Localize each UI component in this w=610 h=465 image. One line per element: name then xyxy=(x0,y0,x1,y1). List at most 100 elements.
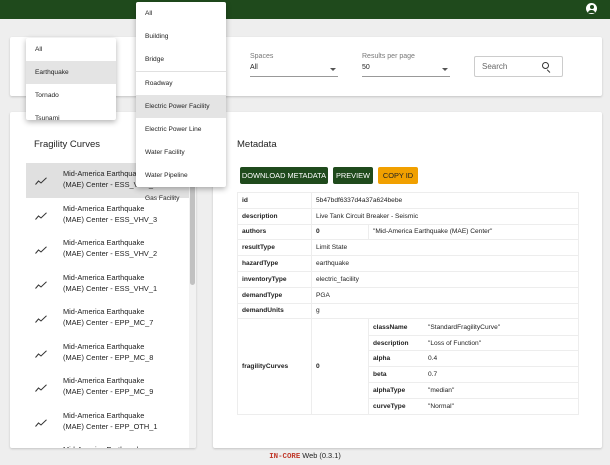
account-icon[interactable] xyxy=(586,3,597,14)
search-placeholder: Search xyxy=(482,62,508,71)
row-value: Limit State xyxy=(311,239,579,257)
list-item-line2: (MAE) Center - ESS_VHV_1 xyxy=(63,283,158,293)
list-item-line2: (MAE) Center - ESS_VHV_2 xyxy=(63,249,158,258)
row-key: hazardType xyxy=(237,255,312,272)
menu-item[interactable]: Water Facility xyxy=(136,141,226,164)
metadata-table: id 5b47bdf6337d4a37a624bebe description … xyxy=(237,192,579,416)
row-value: "StandardFragilityCurve" xyxy=(424,319,578,336)
hazard-type-menu: All Earthquake Tornado Tsunami xyxy=(26,38,116,122)
row-value: g xyxy=(311,302,579,320)
menu-item[interactable]: Gas Facility xyxy=(136,187,226,210)
spaces-select[interactable]: All xyxy=(250,64,338,77)
spaces-value: All xyxy=(250,64,258,71)
list-item-line2: (MAE) Center - ESS_VHV_3 xyxy=(63,214,158,224)
trending-up-icon xyxy=(35,246,47,254)
trending-up-icon xyxy=(35,211,47,220)
table-row: resultType Limit State xyxy=(237,239,579,257)
trending-up-icon xyxy=(35,280,47,289)
list-item-line2: (MAE) Center - EPP_MC_7 xyxy=(63,318,154,327)
trending-up-icon xyxy=(35,418,47,427)
fragility-curve-table: className "StandardFragilityCurve" descri… xyxy=(369,319,578,414)
trending-up-icon xyxy=(35,384,47,392)
table-row: demandUnits g xyxy=(237,302,579,320)
list-item-line1: Mid-America Earthquake xyxy=(63,341,145,351)
row-value: "Normal" xyxy=(428,403,454,410)
row-value: Live Tank Circuit Breaker - Seismic xyxy=(311,207,579,225)
row-key: description xyxy=(369,335,424,352)
list-item-line1: Mid-America Earthquake xyxy=(63,307,145,316)
row-value: 0.4 xyxy=(424,350,578,368)
chevron-down-icon xyxy=(442,68,448,71)
list-item-line1: Mid-America Earthquake xyxy=(63,410,145,420)
row-key: className xyxy=(369,319,424,336)
list-item[interactable]: Mid-America Earthquake (MAE) Center - ESS… xyxy=(26,267,196,302)
results-per-page-value: 50 xyxy=(362,64,370,71)
incore-logo: IN-CORE xyxy=(269,453,301,461)
table-row: hazardType earthquake xyxy=(237,255,579,272)
menu-item[interactable]: Building xyxy=(136,25,226,48)
row-value: "Mid-America Earthquake (MAE) Center" xyxy=(368,223,579,241)
row-index: 0 xyxy=(311,318,369,416)
table-row: inventoryType electric_facility xyxy=(237,270,579,288)
menu-item[interactable]: Earthquake xyxy=(26,61,116,84)
row-key: resultType xyxy=(237,239,312,257)
trending-up-icon xyxy=(35,349,47,358)
results-per-page-select[interactable]: 50 xyxy=(362,64,450,77)
list-item-line2: (MAE) Center - EPP_MC_9 xyxy=(63,387,154,396)
list-item-line1: Mid-America Earthquake xyxy=(63,376,145,385)
menu-item[interactable]: Tsunami xyxy=(26,107,116,130)
spaces-label: Spaces xyxy=(250,53,274,60)
row-key: alphaType xyxy=(369,382,424,399)
footer: IN-CORE Web (0.3.1) xyxy=(0,451,610,461)
row-value: PGA xyxy=(311,286,579,304)
row-value: "Loss of Function" xyxy=(424,335,578,352)
menu-item[interactable]: All xyxy=(26,38,116,61)
table-row: authors 0 "Mid-America Earthquake (MAE) … xyxy=(237,223,579,241)
row-value: 5b47bdf6337d4a37a624bebe xyxy=(311,192,579,209)
menu-item[interactable]: All xyxy=(136,2,226,25)
list-item-line1: Mid-America Earthquake xyxy=(63,238,145,247)
table-row: description Live Tank Circuit Breaker - … xyxy=(237,207,579,225)
list-item-line2: (MAE) Center - EPP_OTH_1 xyxy=(63,421,158,431)
list-item[interactable]: Mid-America Earthquake xyxy=(26,439,196,448)
list-item-line2: (MAE) Center - EPP_MC_8 xyxy=(63,352,154,362)
list-item[interactable]: Mid-America Earthquake (MAE) Center - EPP… xyxy=(26,336,196,371)
search-input[interactable]: Search xyxy=(474,56,563,77)
menu-item[interactable]: Electric Power Line xyxy=(136,118,226,141)
search-icon[interactable] xyxy=(542,62,549,69)
table-row: demandType PGA xyxy=(237,286,579,304)
menu-item[interactable]: Tornado xyxy=(26,84,116,107)
row-key: inventoryType xyxy=(237,270,312,288)
list-item[interactable]: Mid-America Earthquake (MAE) Center - EPP… xyxy=(26,405,196,440)
footer-version: Web (0.3.1) xyxy=(300,451,341,460)
metadata-title: Metadata xyxy=(237,139,277,150)
row-value: "median" xyxy=(424,382,578,399)
list-item[interactable]: Mid-America Earthquake (MAE) Center - EPP… xyxy=(26,301,196,336)
metadata-panel: Metadata DOWNLOAD METADATA PREVIEW COPY … xyxy=(213,112,602,448)
inventory-type-menu: All Building Bridge Roadway Electric Power F… xyxy=(136,2,226,202)
row-value: earthquake xyxy=(311,255,579,272)
table-row: fragilityCurves 0 className "StandardFrag… xyxy=(237,318,579,416)
table-row: id 5b47bdf6337d4a37a624bebe xyxy=(237,192,579,209)
download-metadata-button[interactable]: DOWNLOAD METADATA xyxy=(240,167,328,184)
row-value: electric_facility xyxy=(311,270,579,288)
results-per-page-label: Results per page xyxy=(362,53,415,60)
row-key: beta xyxy=(369,366,424,384)
row-value: 0.7 xyxy=(424,366,578,384)
menu-item[interactable]: Electric Power Facility xyxy=(136,95,226,118)
row-key: fragilityCurves xyxy=(237,318,312,416)
menu-item[interactable]: Bridge xyxy=(136,48,226,71)
row-key: alpha xyxy=(369,350,424,368)
list-item[interactable]: Mid-America Earthquake (MAE) Center - EPP… xyxy=(26,370,196,405)
preview-button[interactable]: PREVIEW xyxy=(333,167,373,184)
copy-id-button[interactable]: COPY ID xyxy=(378,167,418,184)
list-title: Fragility Curves xyxy=(34,139,100,150)
list-item-line1: Mid-America Earthquake xyxy=(63,272,145,282)
menu-item[interactable]: Roadway xyxy=(136,72,226,95)
trending-up-icon xyxy=(35,177,47,185)
list-item[interactable]: Mid-America Earthquake (MAE) Center - ESS… xyxy=(26,232,196,267)
menu-item[interactable]: Water Pipeline xyxy=(136,164,226,187)
row-key: authors xyxy=(237,223,312,241)
row-key: demandType xyxy=(237,286,312,304)
row-key: description xyxy=(237,207,312,225)
